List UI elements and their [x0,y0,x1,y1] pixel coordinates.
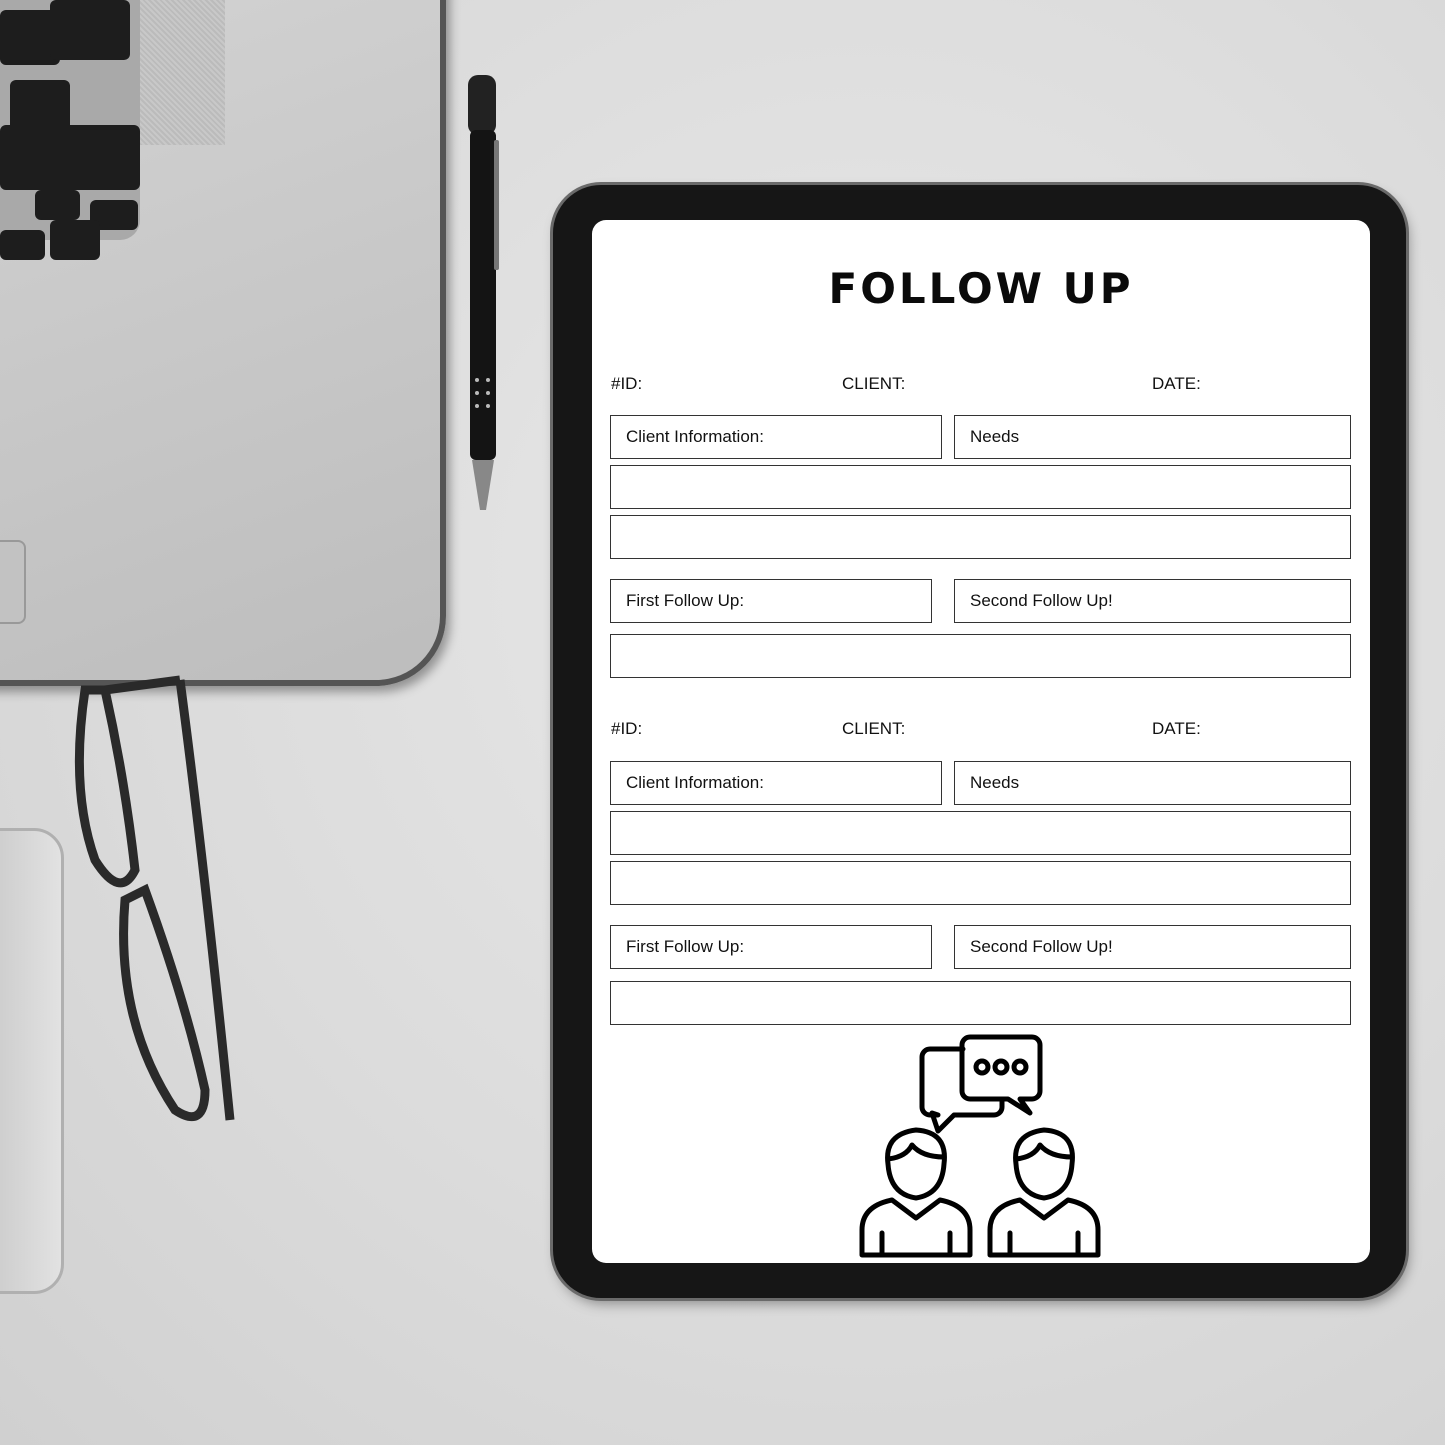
blank-line-field[interactable] [610,465,1351,509]
follow-up-section-2: #ID: CLIENT: DATE: Client Information: N… [592,565,1370,1035]
phone [0,828,64,1294]
id-label: #ID: [611,374,643,393]
glasses [74,675,235,1122]
blank-line-field[interactable] [610,981,1351,1025]
keyboard [0,0,140,260]
pen [468,75,499,510]
client-information-field[interactable]: Client Information: [610,761,942,805]
laptop [0,0,446,686]
date-label: DATE: [1152,719,1201,738]
two-people-chat-icon [859,1034,1101,1258]
speaker-grille [140,0,225,145]
client-label: CLIENT: [842,719,906,738]
first-follow-up-field[interactable]: First Follow Up: [610,925,932,969]
client-label: CLIENT: [842,374,906,393]
blank-line-field[interactable] [610,515,1351,559]
blank-line-field[interactable] [610,811,1351,855]
tablet-screen: FOLLOW UP #ID: CLIENT: DATE: Client Info… [592,220,1370,1263]
client-information-field[interactable]: Client Information: [610,415,942,459]
needs-field[interactable]: Needs [954,415,1351,459]
blank-line-field[interactable] [610,861,1351,905]
date-label: DATE: [1152,374,1201,393]
id-label: #ID: [611,719,643,738]
second-follow-up-field[interactable]: Second Follow Up! [954,925,1351,969]
needs-field[interactable]: Needs [954,761,1351,805]
trackpad [0,540,26,624]
